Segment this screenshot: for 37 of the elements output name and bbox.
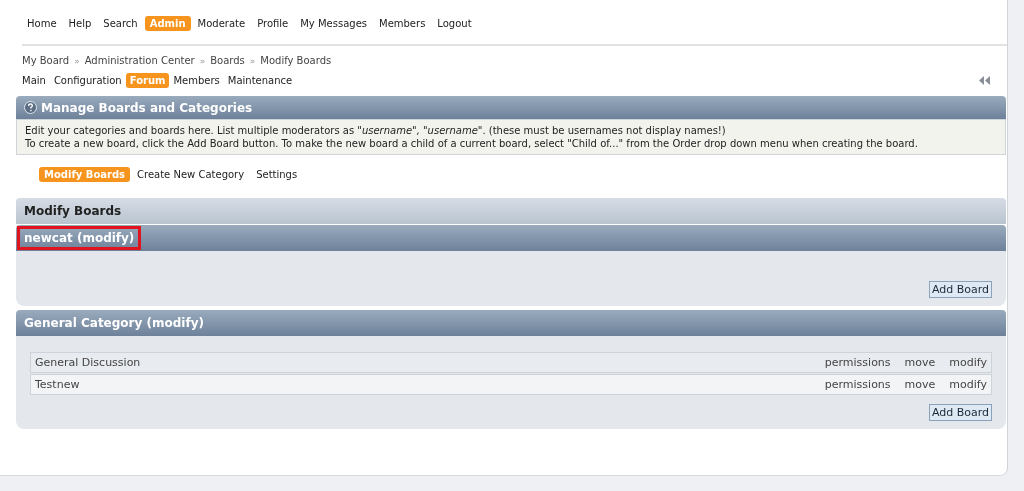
nav-link[interactable]: Profile (252, 15, 294, 31)
admin-tab[interactable]: Configuration (49, 73, 126, 88)
admin-tab[interactable]: Main (18, 73, 50, 88)
nav-link[interactable]: Search (98, 15, 143, 31)
add-board-button[interactable]: Add Board (928, 404, 992, 421)
nav-link[interactable]: My Messages (295, 15, 372, 31)
board-action-link[interactable]: modify (949, 356, 987, 369)
admin-tab[interactable]: Maintenance (223, 73, 297, 88)
description-text: To create a new board, click the Add Board button. To make the new board a child of a current board, select "Child of..." from the Order drop down menu when creating the board. (25, 137, 919, 150)
breadcrumb-separator: » (199, 55, 206, 66)
nav-link[interactable]: Moderate (192, 15, 251, 31)
breadcrumb-link[interactable]: Modify Boards (260, 55, 332, 66)
admin-tab[interactable]: Members (169, 73, 224, 88)
breadcrumb-link[interactable]: Boards (210, 55, 245, 66)
nav-link[interactable]: Members (374, 15, 431, 31)
collapse-icon[interactable] (979, 76, 991, 85)
board-action-link[interactable]: move (904, 378, 936, 391)
breadcrumb-link[interactable]: My Board (22, 55, 70, 66)
board-action-link[interactable]: modify (949, 378, 987, 391)
add-board-button[interactable]: Add Board (928, 281, 992, 298)
description-text: Edit your categories and boards here. List multiple moderators as "username", "username". (these must be usernames not display names!) (25, 124, 727, 137)
nav-link[interactable]: Logout (432, 15, 477, 31)
nav-link[interactable]: Home (22, 15, 62, 31)
board-action-link[interactable]: move (904, 356, 936, 369)
board-action-link[interactable]: permissions (824, 356, 891, 369)
breadcrumb-link[interactable]: Administration Center (84, 55, 195, 66)
panel-title: Manage Boards and Categories (41, 100, 253, 115)
section-header: Modify Boards (16, 198, 1006, 224)
help-icon[interactable] (24, 101, 37, 114)
nav-link[interactable]: Help (63, 15, 97, 31)
board-name[interactable]: Testnew (35, 378, 811, 391)
board-name[interactable]: General Discussion (35, 356, 811, 369)
breadcrumb-separator: » (74, 55, 80, 66)
sub-tab[interactable]: Settings (251, 167, 303, 182)
breadcrumb-separator: » (249, 55, 256, 66)
board-action-link[interactable]: permissions (824, 378, 891, 391)
sub-tab[interactable]: Create New Category (132, 167, 250, 182)
